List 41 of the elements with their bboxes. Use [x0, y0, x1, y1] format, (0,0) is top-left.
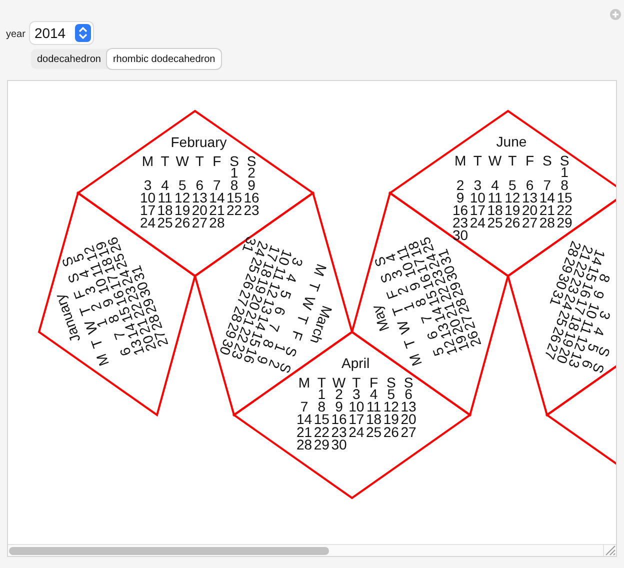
weekday-label: T: [473, 152, 482, 169]
weekday-label: M: [142, 152, 154, 169]
weekday-label: F: [288, 328, 306, 342]
month-title: June: [496, 134, 527, 150]
weekday-label: T: [294, 312, 312, 326]
month-title: May: [368, 302, 392, 334]
resize-grip-icon[interactable]: [604, 545, 616, 556]
weekday-label: S: [230, 152, 239, 169]
weekday-label: T: [195, 152, 204, 169]
weekday-label: S: [246, 152, 256, 169]
add-icon[interactable]: [610, 9, 621, 20]
weekday-label: M: [406, 352, 425, 368]
year-label: year: [6, 28, 26, 42]
weekday-label: M: [310, 262, 330, 278]
calendar-day: 7: [110, 329, 128, 342]
weekday-label: F: [212, 152, 222, 169]
horizontal-scrollbar[interactable]: [8, 545, 604, 556]
weekday-label: T: [160, 152, 170, 169]
weekday-label: T: [306, 280, 324, 294]
calendar-day: 7: [418, 312, 436, 326]
shape-option[interactable]: rhombic dodecahedron: [106, 49, 222, 69]
weekday-label: S: [404, 374, 414, 390]
weekday-label: W: [332, 374, 346, 390]
weekday-label: W: [394, 318, 414, 336]
weekday-label: M: [298, 374, 310, 390]
weekday-label: S: [542, 152, 552, 169]
year-select[interactable]: 2014: [30, 22, 94, 44]
month-title: April: [341, 355, 370, 372]
weekday-label: S: [386, 374, 396, 390]
weekday-label: W: [176, 152, 189, 169]
weekday-label: T: [88, 336, 106, 350]
weekday-label: M: [454, 152, 466, 169]
weekday-label: F: [526, 152, 534, 169]
scrollbar-thumb[interactable]: [9, 546, 329, 554]
weekday-label: T: [508, 152, 517, 169]
weekday-label: T: [400, 336, 419, 350]
weekday-label: W: [488, 152, 502, 169]
calendar-day: 7: [265, 320, 284, 334]
month-title: February: [170, 134, 227, 150]
weekday-label: M: [93, 352, 112, 368]
stepper-icon: [75, 24, 92, 42]
